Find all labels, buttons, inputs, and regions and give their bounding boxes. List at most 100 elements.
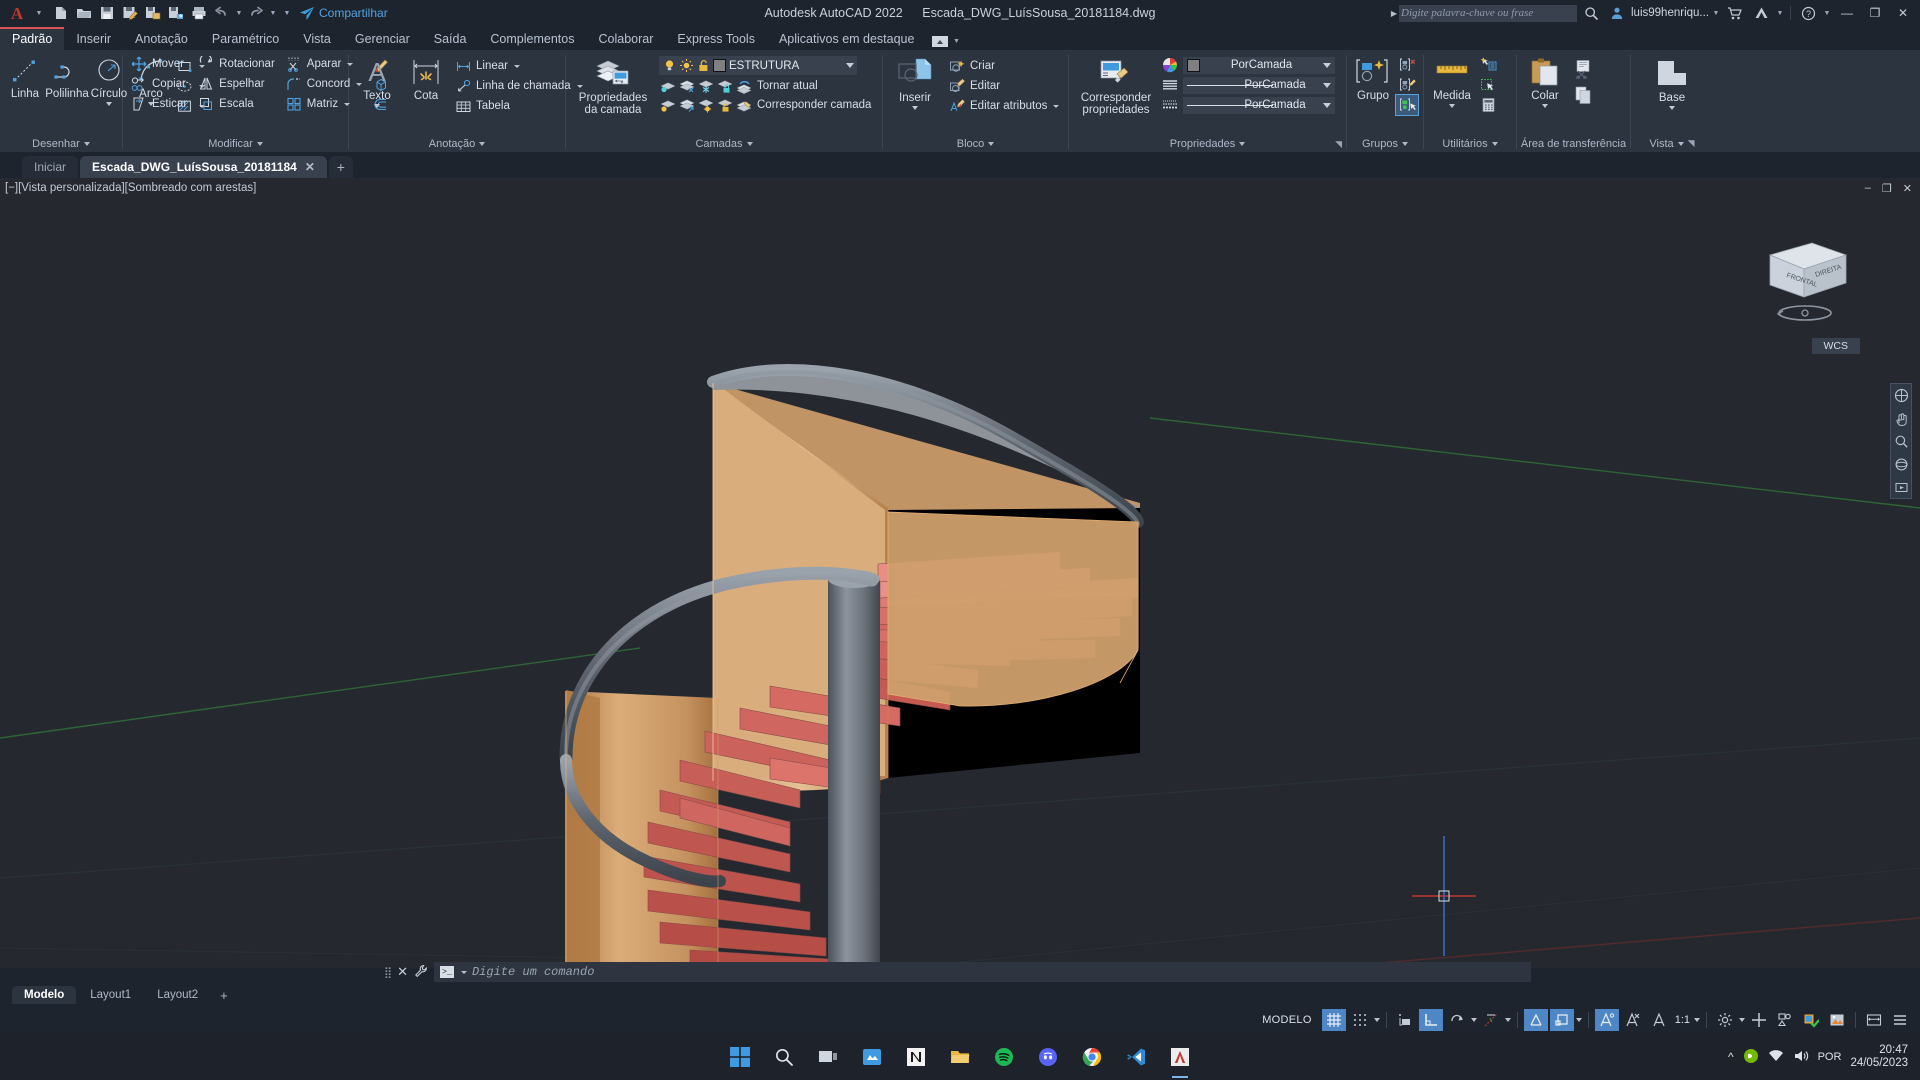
lineweight-caret-icon[interactable] [1323, 102, 1331, 108]
color-wheel-icon[interactable] [1161, 56, 1179, 74]
hardware-acceleration-button[interactable] [1799, 1009, 1823, 1031]
ribbon-tab-aplicativos-destaque[interactable]: Aplicativos em destaque [767, 29, 927, 50]
edit-group-button[interactable] [1396, 75, 1418, 95]
edit-attributes-button[interactable]: Editar atributos [946, 96, 1061, 116]
network-icon[interactable] [1768, 1048, 1784, 1067]
panel-area-transferencia-title[interactable]: Área de transferência [1517, 135, 1630, 152]
linetype-caret-icon[interactable] [1323, 82, 1331, 88]
layer-lock-icon[interactable] [716, 77, 734, 95]
autodesk-caret-icon[interactable]: ▼ [1775, 10, 1785, 17]
viewcube[interactable]: FRONTAL DIREITA [1750, 233, 1860, 333]
lineweight-combo[interactable]: PorCamada [1183, 96, 1335, 114]
panel-camadas-title[interactable]: Camadas [566, 135, 882, 152]
line-button[interactable]: Linha [5, 54, 45, 102]
layer-match-icon[interactable] [735, 96, 753, 114]
panel-desenhar-title[interactable]: Desenhar [0, 135, 122, 152]
layer-unlock-icon[interactable] [716, 96, 734, 114]
panel-desenhar-caret-icon[interactable] [83, 141, 90, 146]
copy-clipboard-button[interactable] [1570, 82, 1596, 108]
layer-make-current-label[interactable]: Tornar atual [757, 80, 818, 92]
panel-bloco-title[interactable]: Bloco [883, 135, 1068, 152]
command-history-caret-icon[interactable] [460, 970, 467, 974]
panel-vista-caret-icon[interactable] [1677, 141, 1684, 146]
windows-start-icon[interactable] [723, 1040, 757, 1074]
restore-button[interactable]: ❐ [1862, 0, 1888, 26]
layer-freeze-icon[interactable] [697, 77, 715, 95]
object-snap-tracking-caret-icon[interactable] [1504, 1018, 1511, 1022]
measure-button[interactable]: Medida [1429, 54, 1475, 110]
autodesk-logo-icon[interactable] [1749, 0, 1773, 26]
grid-display-toggle[interactable] [1321, 1009, 1346, 1031]
object-color-caret-icon[interactable] [1323, 62, 1331, 68]
panel-anotacao-caret-icon[interactable] [479, 141, 486, 146]
create-block-button[interactable]: Criar [946, 56, 1061, 76]
layer-isolate-icon[interactable] [659, 77, 677, 95]
match-properties-button[interactable]: Corresponder propriedades [1074, 54, 1158, 118]
copy-button[interactable]: Copiar [128, 74, 189, 94]
base-view-button[interactable]: Base [1647, 54, 1697, 112]
search-icon[interactable] [1579, 0, 1603, 26]
circle-dropdown-caret-icon[interactable] [106, 102, 112, 106]
group-button[interactable]: Grupo [1352, 54, 1394, 104]
panel-modificar-title[interactable]: Modificar [123, 135, 348, 152]
layer-match-label[interactable]: Corresponder camada [757, 99, 871, 111]
panel-propriedades-title[interactable]: Propriedades [1069, 135, 1346, 152]
viewport-restore-icon[interactable]: ❐ [1882, 182, 1892, 195]
undo-icon[interactable] [211, 2, 233, 24]
language-indicator[interactable]: POR [1818, 1051, 1842, 1063]
object-snap-toggle[interactable] [1523, 1009, 1548, 1031]
zoom-extents-icon[interactable] [1893, 433, 1909, 449]
vista-dialog-launcher-icon[interactable]: ◥ [1688, 138, 1695, 149]
plot-icon[interactable] [188, 2, 210, 24]
showmotion-icon[interactable] [1893, 479, 1909, 495]
layout-tab-modelo[interactable]: Modelo [12, 986, 77, 1004]
move-button[interactable]: Mover [128, 54, 189, 74]
task-view-icon[interactable] [811, 1040, 845, 1074]
text-button[interactable]: A Texto [354, 54, 400, 110]
layer-unisolate-icon[interactable] [659, 96, 677, 114]
infer-constraints-toggle[interactable] [1393, 1009, 1417, 1031]
polyline-button[interactable]: Polilinha [45, 54, 89, 102]
ribbon-tab-gerenciar[interactable]: Gerenciar [343, 29, 422, 50]
panel-propriedades-caret-icon[interactable] [1239, 141, 1246, 146]
workspace-caret-icon[interactable] [1739, 1018, 1745, 1022]
current-layer-control[interactable]: ESTRUTURA [659, 56, 857, 75]
base-view-caret-icon[interactable] [1669, 106, 1675, 110]
ribbon-minimize-control[interactable]: ▼ [932, 36, 961, 50]
snap-mode-caret-icon[interactable] [1373, 1018, 1380, 1022]
linear-dimension-button[interactable]: Linear [452, 56, 585, 76]
quick-select-button[interactable] [1477, 55, 1499, 75]
ungroup-button[interactable] [1396, 55, 1418, 75]
pan-hand-icon[interactable] [1893, 410, 1909, 426]
ribbon-tab-parametrico[interactable]: Paramétrico [200, 29, 291, 50]
file-tab-escada[interactable]: Escada_DWG_LuísSousa_20181184 ✕ [80, 156, 327, 178]
propriedades-dialog-launcher-icon[interactable]: ◥ [1335, 139, 1342, 150]
application-menu-caret-icon[interactable]: ▼ [34, 10, 44, 17]
help-icon[interactable]: ? [1796, 0, 1820, 26]
object-color-combo[interactable]: PorCamada [1183, 56, 1335, 74]
search-icon[interactable] [767, 1040, 801, 1074]
layout-tab-layout1[interactable]: Layout1 [78, 986, 143, 1004]
clean-screen-button[interactable] [1862, 1009, 1886, 1031]
ribbon-tab-padrao[interactable]: Padrão [0, 27, 65, 50]
panel-modificar-caret-icon[interactable] [256, 141, 263, 146]
save-to-web-icon[interactable] [142, 2, 164, 24]
command-input[interactable]: >_ Digite um comando [433, 962, 1531, 982]
workspace-switching-button[interactable] [1713, 1009, 1737, 1031]
search-expand-caret-icon[interactable]: ▶ [1391, 9, 1397, 18]
discord-icon[interactable] [1031, 1040, 1065, 1074]
open-file-icon[interactable] [73, 2, 95, 24]
dynamic-ucs-toggle[interactable] [1549, 1009, 1574, 1031]
application-menu-button[interactable]: A [0, 0, 34, 26]
panel-anotacao-title[interactable]: Anotação [349, 135, 565, 152]
nvidia-icon[interactable] [1743, 1048, 1759, 1067]
microsoft-store-icon[interactable] [855, 1040, 889, 1074]
insert-block-caret-icon[interactable] [912, 106, 918, 110]
panel-vista-title[interactable]: Vista ◥ [1631, 135, 1713, 152]
new-layout-button[interactable]: + [212, 988, 236, 1003]
panel-bloco-caret-icon[interactable] [988, 141, 995, 146]
open-from-web-icon[interactable] [165, 2, 187, 24]
save-icon[interactable] [96, 2, 118, 24]
spotify-icon[interactable] [987, 1040, 1021, 1074]
steering-wheel-icon[interactable] [1893, 387, 1909, 403]
